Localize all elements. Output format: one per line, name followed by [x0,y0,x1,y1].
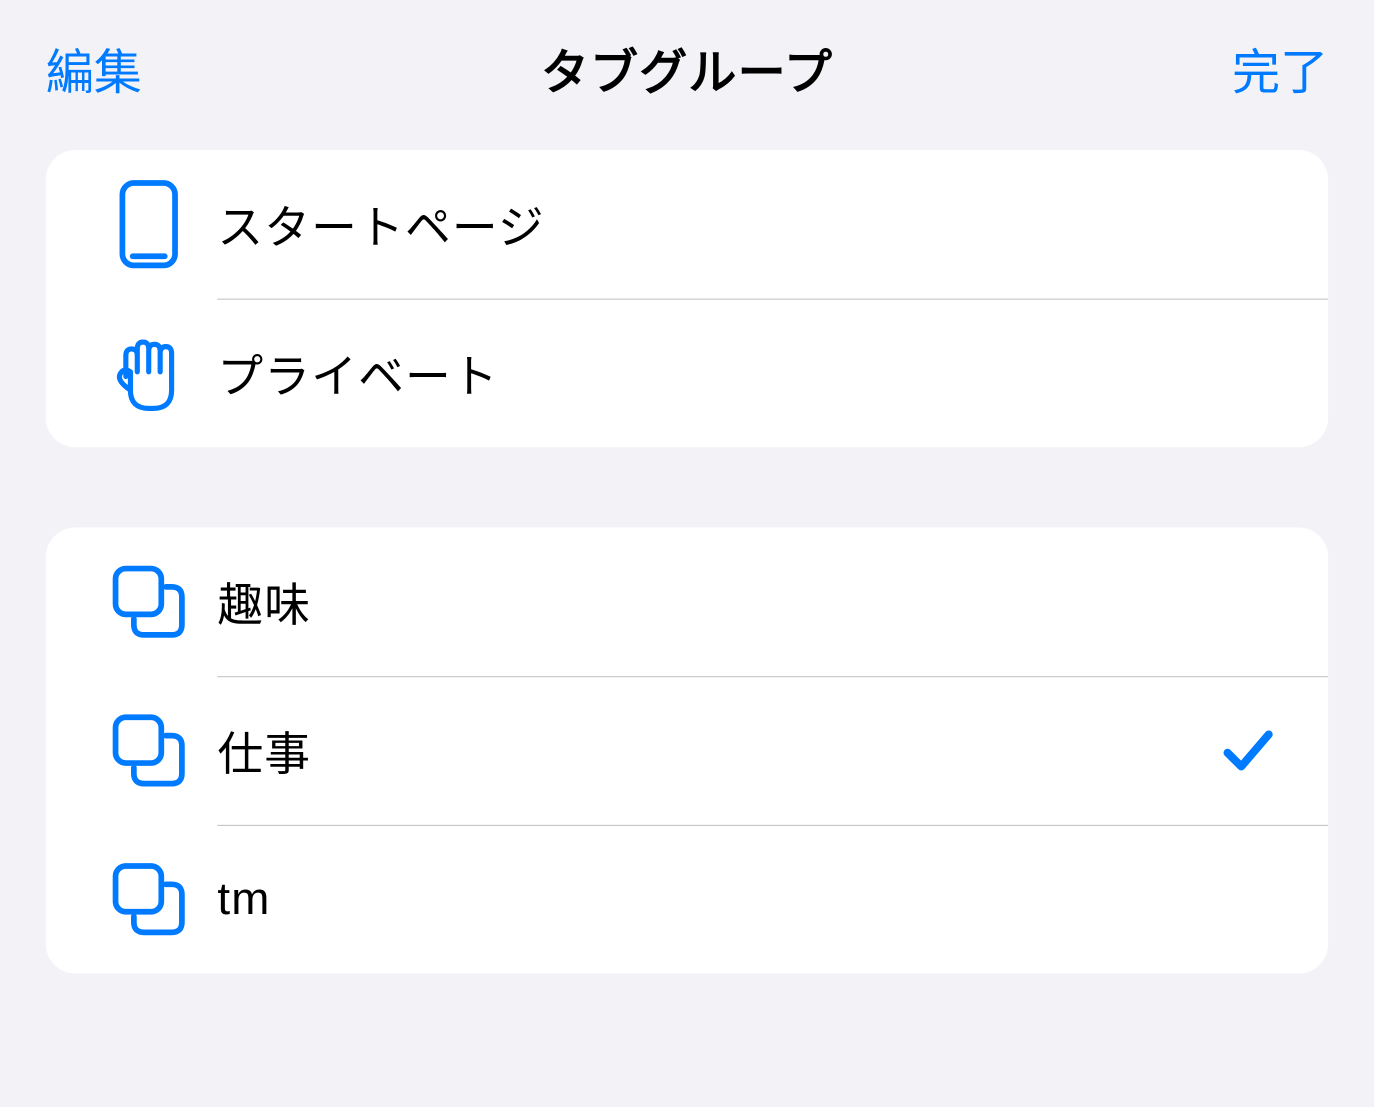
row-group-tm[interactable]: tm [46,825,1328,974]
row-label: スタートページ [217,191,1213,257]
row-private[interactable]: プライベート [46,299,1328,448]
edit-button[interactable]: 編集 [46,34,142,104]
header: 編集 タブグループ 完了 [0,0,1374,150]
row-start-page[interactable]: スタートページ [46,150,1328,299]
row-label: 趣味 [217,569,1213,635]
checkmark-icon [1214,728,1283,774]
tab-group-icon [80,713,217,789]
tab-group-icon [80,861,217,937]
user-groups-section: 趣味 仕事 tm [46,527,1328,973]
row-label: プライベート [217,340,1213,406]
done-button[interactable]: 完了 [1232,34,1328,104]
page-title: タブグループ [541,34,833,104]
tab-group-icon [80,564,217,640]
default-groups-section: スタートページ プライベート [46,150,1328,447]
device-icon [80,180,217,269]
row-label: 仕事 [217,717,1213,783]
row-group-hobby[interactable]: 趣味 [46,527,1328,676]
row-group-work[interactable]: 仕事 [46,676,1328,825]
hand-icon [80,333,217,413]
row-label: tm [217,873,1213,924]
